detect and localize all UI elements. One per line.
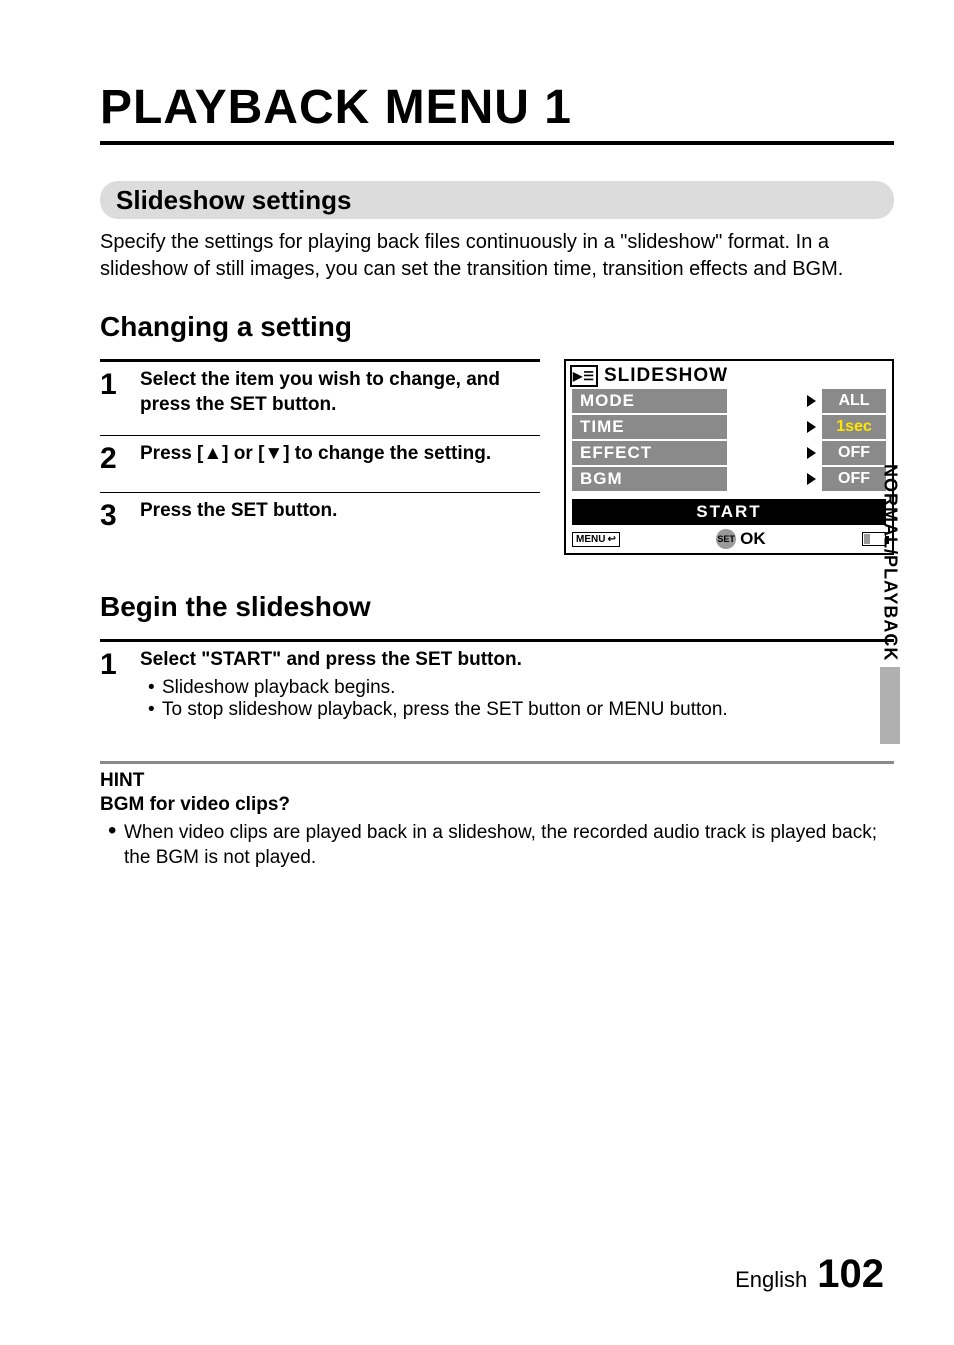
lcd-row-time: TIME 1sec	[572, 415, 886, 439]
hint-body: When video clips are played back in a sl…	[100, 820, 894, 871]
mode-icon: ▶☰	[570, 365, 598, 387]
footer-page-number: 102	[817, 1252, 884, 1297]
lcd-row-value: ALL	[822, 389, 886, 413]
set-icon: SET	[716, 529, 736, 549]
bullet: To stop slideshow playback, press the SE…	[162, 699, 894, 721]
play-arrow-icon	[727, 447, 822, 459]
lcd-start-row: START	[572, 499, 886, 525]
hint-subtitle: BGM for video clips?	[100, 794, 894, 816]
step-row: 3 Press the SET button.	[100, 493, 540, 549]
lcd-row-effect: EFFECT OFF	[572, 441, 886, 465]
play-arrow-icon	[727, 421, 822, 433]
lcd-title-bar: ▶☰ SLIDESHOW	[566, 361, 892, 389]
step-text: Press the SET button.	[140, 499, 540, 524]
lcd-row-label: MODE	[572, 389, 727, 413]
step-row: 1 Select the item you wish to change, an…	[100, 359, 540, 436]
lcd-row-label: BGM	[572, 467, 727, 491]
lcd-title-text: SLIDESHOW	[604, 365, 728, 387]
hint-title: HINT	[100, 770, 894, 792]
lcd-row-value: OFF	[822, 441, 886, 465]
step-row: 2 Press [▲] or [▼] to change the setting…	[100, 436, 540, 493]
play-arrow-icon	[727, 395, 822, 407]
steps-begin: 1 Select "START" and press the SET butto…	[100, 639, 894, 739]
section-heading-slideshow: Slideshow settings	[100, 181, 894, 219]
step-row: 1 Select "START" and press the SET butto…	[100, 639, 894, 739]
lcd-row-label: TIME	[572, 415, 727, 439]
side-tab-label: NORMAL/PLAYBACK	[880, 464, 901, 661]
side-tab-bar	[880, 667, 900, 744]
page-title: PLAYBACK MENU 1	[100, 80, 894, 135]
section-heading-text: Slideshow settings	[116, 185, 352, 216]
ok-indicator: SET OK	[716, 529, 766, 549]
lcd-screen: ▶☰ SLIDESHOW MODE ALL TIME 1sec	[564, 359, 894, 555]
menu-chip: MENU↩	[572, 532, 620, 547]
section-body: Specify the settings for playing back fi…	[100, 229, 894, 283]
lcd-row-label: EFFECT	[572, 441, 727, 465]
footer-language: English	[735, 1267, 807, 1293]
hint-bullet: When video clips are played back in a sl…	[124, 820, 894, 871]
lcd-row-bgm: BGM OFF	[572, 467, 886, 491]
play-arrow-icon	[727, 473, 822, 485]
step-text: Select the item you wish to change, and …	[140, 368, 540, 417]
lcd-footer: MENU↩ SET OK	[566, 529, 892, 553]
side-tab: NORMAL/PLAYBACK	[874, 464, 906, 744]
title-rule	[100, 141, 894, 145]
page-footer: English 102	[735, 1252, 884, 1297]
step-text: Press [▲] or [▼] to change the setting.	[140, 442, 540, 467]
ok-label: OK	[740, 529, 766, 549]
lcd-row-mode: MODE ALL	[572, 389, 886, 413]
steps-changing: 1 Select the item you wish to change, an…	[100, 359, 540, 549]
step-number: 3	[100, 499, 140, 531]
step-number: 1	[100, 368, 140, 400]
step-sub-bullets: Slideshow playback begins. To stop slide…	[140, 677, 894, 721]
subheading-changing: Changing a setting	[100, 311, 894, 343]
hint-rule	[100, 761, 894, 764]
bullet: Slideshow playback begins.	[162, 677, 894, 699]
step-number: 2	[100, 442, 140, 474]
lcd-row-value: 1sec	[822, 415, 886, 439]
step-number: 1	[100, 648, 140, 680]
step-text: Select "START" and press the SET button.	[140, 648, 894, 673]
subheading-begin: Begin the slideshow	[100, 591, 894, 623]
